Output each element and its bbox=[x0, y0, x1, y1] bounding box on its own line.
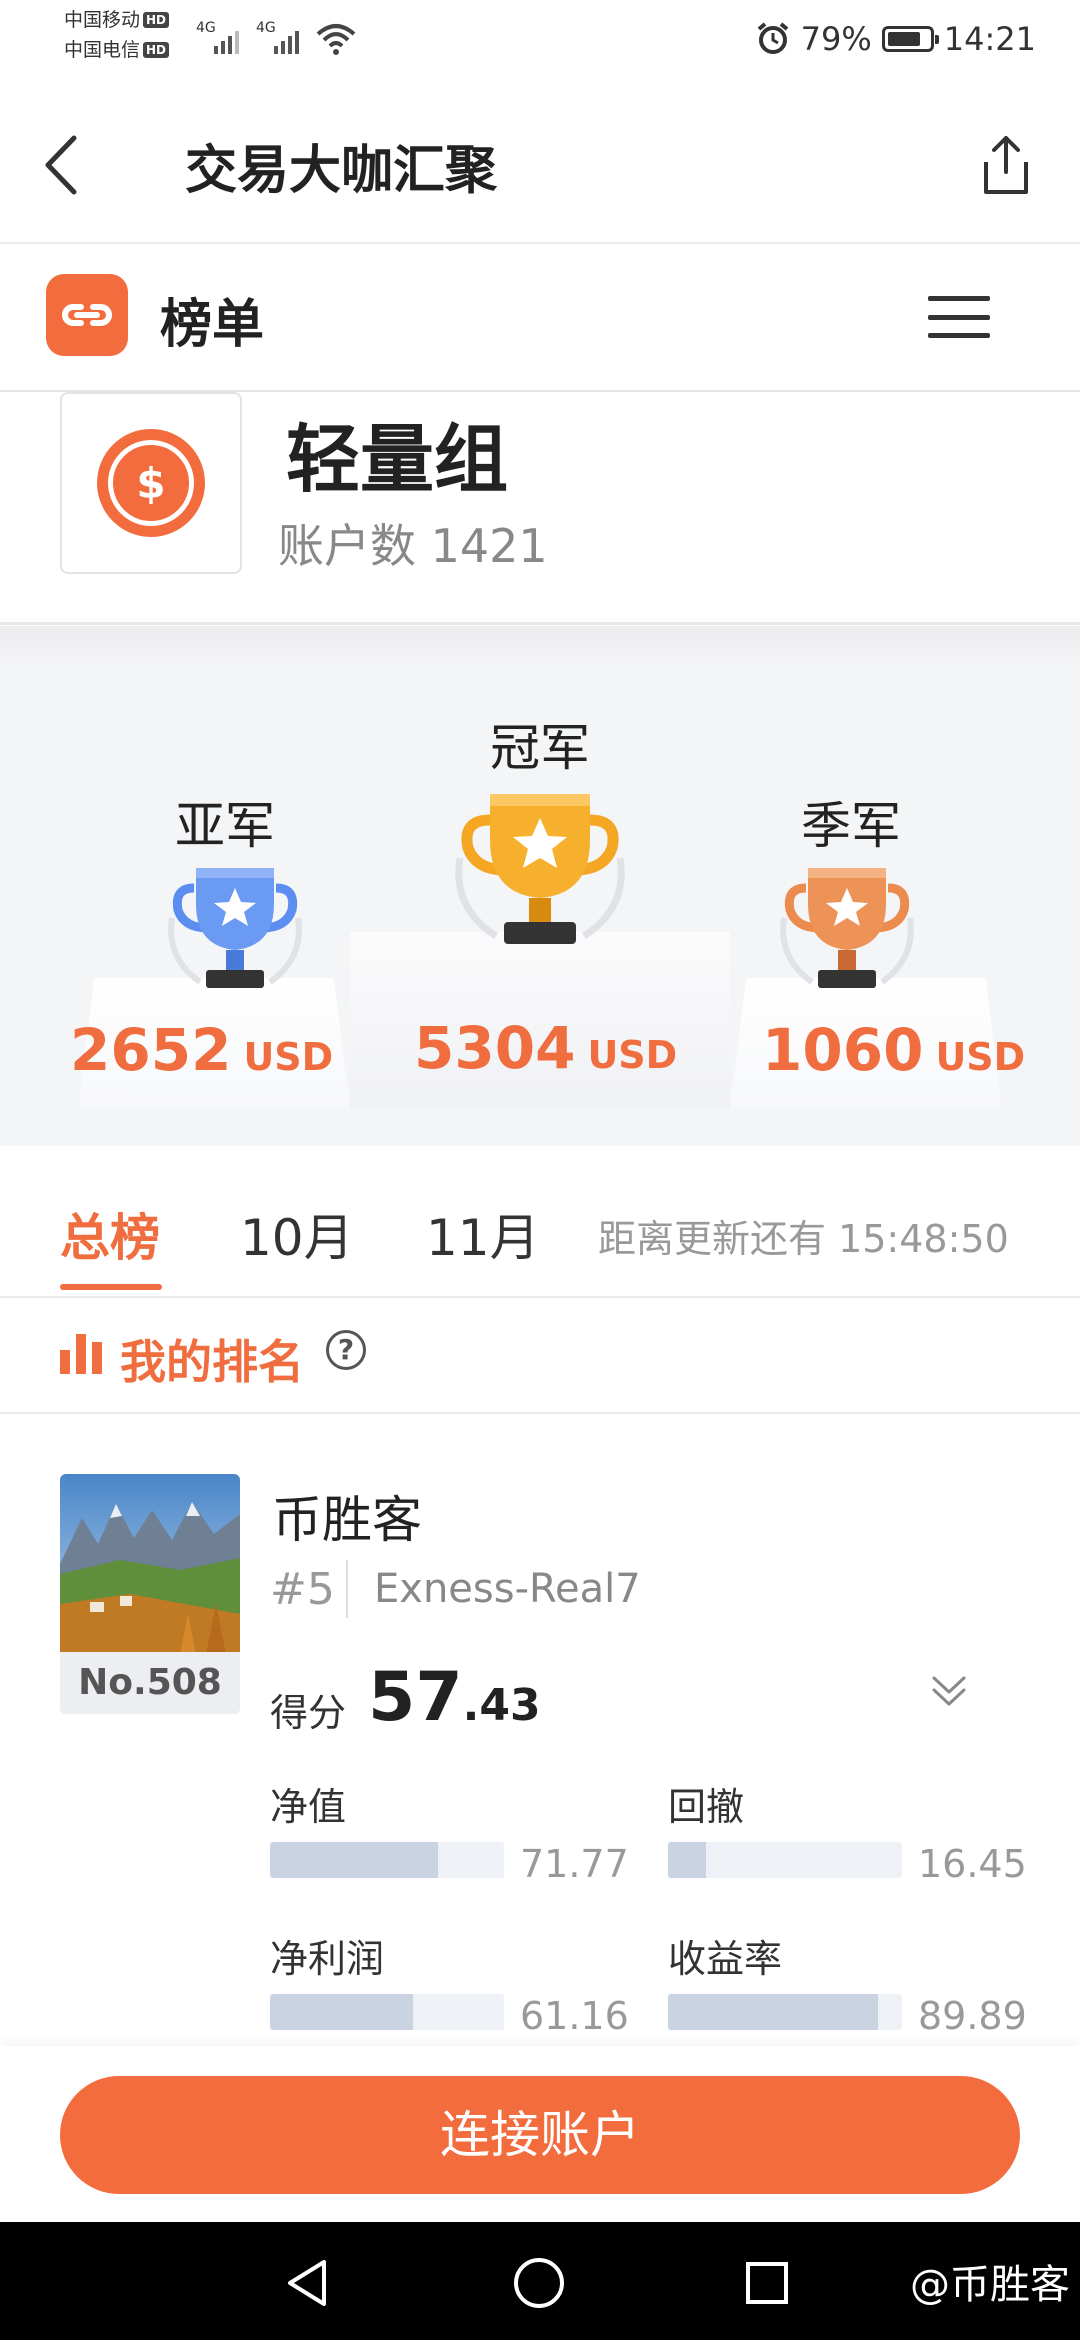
hd-badge: HD bbox=[143, 42, 170, 58]
metric-label-net-value: 净值 bbox=[270, 1785, 347, 1829]
brand-bar: 榜单 bbox=[0, 244, 1080, 392]
first-prize-unit: USD bbox=[587, 1033, 678, 1077]
battery-percent: 79% bbox=[800, 20, 872, 58]
clock: 14:21 bbox=[943, 20, 1036, 58]
menu-line bbox=[928, 296, 990, 301]
score-value: 57.43 bbox=[368, 1658, 541, 1737]
second-place-prize: 2652 USD bbox=[70, 1016, 333, 1084]
first-place-prize: 5304 USD bbox=[414, 1014, 677, 1082]
tab-november[interactable]: 11月 bbox=[426, 1198, 540, 1270]
carrier-1: 中国移动 HD bbox=[64, 8, 170, 32]
signal-icon bbox=[274, 30, 299, 54]
metric-value-drawdown: 16.45 bbox=[918, 1842, 1027, 1886]
avatar-rank-badge: No.508 bbox=[60, 1652, 240, 1714]
metric-bar-net-profit bbox=[270, 1994, 504, 2030]
menu-line bbox=[928, 314, 990, 320]
metric-label-net-profit: 净利润 bbox=[270, 1937, 385, 1981]
metric-bar-fill bbox=[270, 1994, 414, 2030]
carrier-1-name: 中国移动 bbox=[64, 9, 141, 31]
metric-bar-fill bbox=[270, 1842, 438, 1878]
metric-bar-fill bbox=[668, 1994, 879, 2030]
battery-icon bbox=[881, 26, 939, 52]
watermark: @币胜客 bbox=[910, 2262, 1070, 2308]
carrier-2-name: 中国电信 bbox=[64, 39, 141, 61]
chevron-down-icon[interactable] bbox=[924, 1666, 974, 1716]
bronze-trophy-icon bbox=[780, 868, 914, 988]
bottom-action-area: 连接账户 bbox=[0, 2046, 1080, 2222]
server-name: Exness-Real7 bbox=[374, 1566, 641, 1612]
active-tab-indicator bbox=[60, 1284, 162, 1290]
my-rank-card: No.508 币胜客 #5 Exness-Real7 得分 57.43 净值 7… bbox=[0, 1412, 1080, 2052]
second-prize-amount: 2652 bbox=[70, 1016, 232, 1084]
metric-bar-drawdown bbox=[668, 1842, 902, 1878]
tab-overall[interactable]: 总榜 bbox=[60, 1198, 160, 1270]
system-nav-bar: @币胜客 bbox=[0, 2222, 1080, 2340]
brand-title: 榜单 bbox=[160, 295, 265, 355]
dollar-sign: $ bbox=[108, 440, 194, 526]
metric-label-drawdown: 回撤 bbox=[668, 1785, 745, 1829]
link-icon bbox=[62, 304, 112, 326]
group-header: $ 轻量组 账户数 1421 bbox=[0, 392, 1080, 625]
metric-value-net-profit: 61.16 bbox=[520, 1994, 629, 2038]
third-prize-unit: USD bbox=[935, 1035, 1026, 1079]
second-place-label: 亚军 bbox=[175, 797, 275, 855]
network-type-2: 4G bbox=[256, 20, 276, 36]
first-place-label: 冠军 bbox=[490, 719, 590, 777]
mountain-landscape-image bbox=[60, 1474, 240, 1654]
period-tabs: 总榜 10月 11月 距离更新还有 15:48:50 bbox=[0, 1146, 1080, 1298]
metric-bar-fill bbox=[668, 1842, 707, 1878]
page-title: 交易大咖汇聚 bbox=[185, 141, 498, 201]
nav-recents-icon[interactable] bbox=[744, 2260, 790, 2306]
signal-icon bbox=[214, 30, 239, 54]
metric-label-return-rate: 收益率 bbox=[668, 1937, 783, 1981]
tab-october[interactable]: 10月 bbox=[240, 1198, 354, 1270]
wifi-icon bbox=[316, 24, 356, 55]
metric-value-net-value: 71.77 bbox=[520, 1842, 629, 1886]
metric-bar-return-rate bbox=[668, 1994, 902, 2030]
nav-back-icon[interactable] bbox=[284, 2258, 330, 2308]
divider bbox=[346, 1560, 348, 1618]
menu-line bbox=[928, 333, 990, 338]
battery-fill bbox=[887, 32, 920, 46]
app-logo bbox=[46, 274, 128, 356]
podium: 亚军 冠军 季军 2652 USD 5304 USD 1060 USD bbox=[0, 626, 1080, 1146]
alarm-icon bbox=[757, 22, 788, 54]
second-prize-unit: USD bbox=[243, 1035, 334, 1079]
third-place-prize: 1060 USD bbox=[762, 1016, 1025, 1084]
bar-chart-icon bbox=[60, 1334, 104, 1374]
connect-account-button[interactable]: 连接账户 bbox=[60, 2076, 1020, 2194]
score-label: 得分 bbox=[270, 1691, 347, 1735]
title-bar: 交易大咖汇聚 bbox=[0, 80, 1080, 244]
third-prize-amount: 1060 bbox=[762, 1016, 924, 1084]
gold-trophy-icon bbox=[455, 794, 625, 944]
dollar-coin-icon: $ bbox=[97, 429, 205, 537]
share-button[interactable] bbox=[976, 130, 1036, 200]
account-count: 账户数 1421 bbox=[278, 519, 548, 573]
status-right: 79% 14:21 bbox=[755, 20, 1036, 58]
group-icon-box: $ bbox=[60, 392, 242, 574]
silver-trophy-icon bbox=[168, 868, 302, 988]
score-decimal: .43 bbox=[462, 1680, 541, 1731]
group-name: 轻量组 bbox=[286, 417, 508, 503]
first-prize-amount: 5304 bbox=[414, 1014, 576, 1082]
user-name: 币胜客 bbox=[272, 1491, 422, 1549]
metric-bar-net-value bbox=[270, 1842, 504, 1878]
rank-position: #5 bbox=[270, 1564, 335, 1615]
menu-button[interactable] bbox=[928, 296, 990, 338]
update-countdown: 距离更新还有 15:48:50 bbox=[598, 1217, 1009, 1261]
help-icon[interactable]: ? bbox=[326, 1330, 366, 1370]
metric-value-return-rate: 89.89 bbox=[918, 1994, 1027, 2038]
avatar: No.508 bbox=[60, 1474, 240, 1714]
my-rank-header: 我的排名 ? bbox=[0, 1298, 1080, 1414]
nav-home-icon[interactable] bbox=[512, 2256, 566, 2310]
hd-badge: HD bbox=[143, 12, 170, 28]
back-button[interactable] bbox=[38, 130, 88, 200]
carrier-2: 中国电信 HD bbox=[64, 38, 170, 62]
third-place-label: 季军 bbox=[801, 797, 901, 855]
network-type-1: 4G bbox=[196, 20, 216, 36]
status-bar: 中国移动 HD 中国电信 HD 4G 4G 79% 14:21 bbox=[0, 0, 1080, 80]
score-integer: 57 bbox=[368, 1658, 463, 1737]
my-rank-title: 我的排名 bbox=[120, 1335, 304, 1389]
